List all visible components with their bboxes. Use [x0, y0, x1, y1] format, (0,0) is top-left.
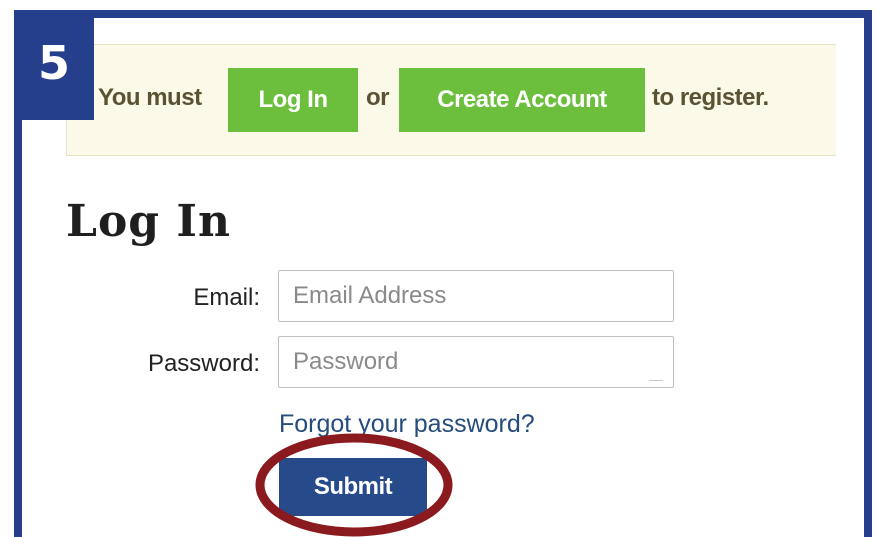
- password-label: Password:: [147, 350, 260, 377]
- password-field-wrapper: [278, 336, 674, 388]
- page-title: Log In: [66, 196, 231, 247]
- create-account-button[interactable]: Create Account: [399, 68, 645, 132]
- notice-prefix: You must: [98, 84, 202, 111]
- email-field[interactable]: [279, 271, 673, 321]
- notice-connector: or: [366, 84, 390, 111]
- login-button[interactable]: Log In: [228, 68, 358, 132]
- step-number: 5: [37, 36, 70, 90]
- submit-button[interactable]: Submit: [279, 458, 427, 516]
- password-field-resize-mark: [649, 380, 663, 381]
- step-number-badge: 5: [14, 10, 94, 120]
- notice-suffix: to register.: [652, 84, 769, 111]
- email-field-wrapper: [278, 270, 674, 322]
- frame-border-top: [14, 10, 872, 18]
- email-label: Email:: [193, 284, 260, 311]
- frame-border-right: [864, 10, 872, 537]
- password-field[interactable]: [279, 337, 673, 387]
- forgot-password-link[interactable]: Forgot your password?: [279, 410, 535, 439]
- tutorial-frame: 5 You must Log In or Create Account to r…: [0, 0, 879, 537]
